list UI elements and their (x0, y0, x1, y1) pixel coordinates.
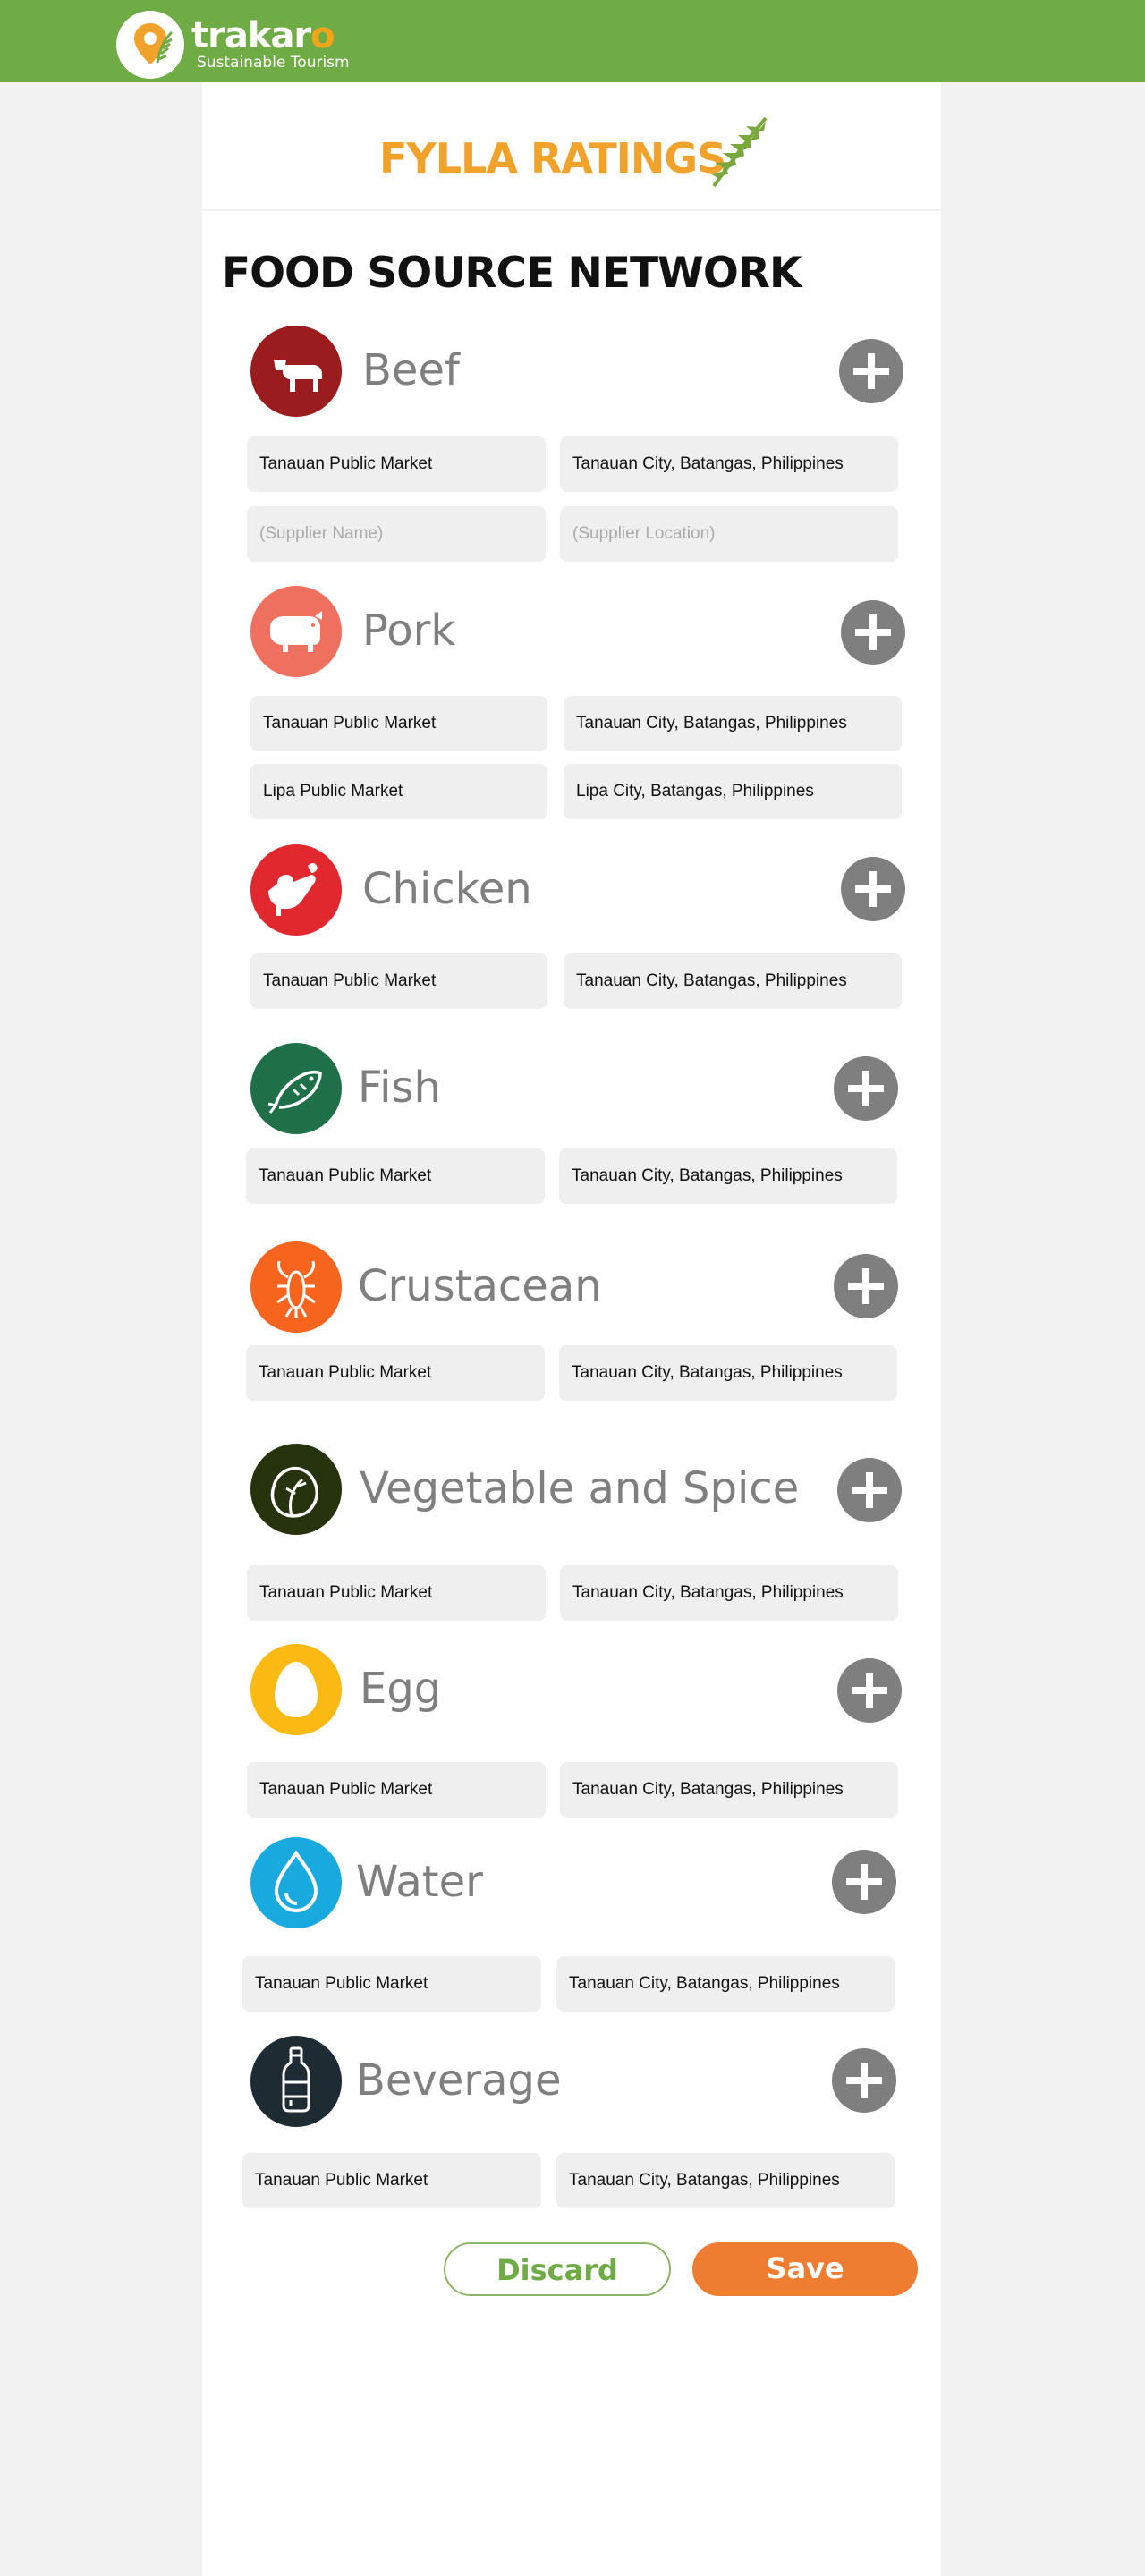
supplier-location-field[interactable]: Tanauan City, Batangas, Philippines (556, 2153, 895, 2208)
supplier-name-field[interactable]: Tanauan Public Market (247, 436, 546, 492)
category-chicken: Chicken (250, 844, 930, 936)
supplier-name-field[interactable]: Tanauan Public Market (246, 1345, 545, 1401)
lettuce-icon (250, 1444, 342, 1535)
leaf-icon (710, 116, 768, 188)
add-beef-supplier-button[interactable] (839, 339, 903, 403)
trakaro-logo[interactable]: trakaro Sustainable Tourism (116, 11, 350, 79)
add-chicken-supplier-button[interactable] (841, 857, 905, 921)
supplier-location-field[interactable]: Lipa City, Batangas, Philippines (564, 764, 902, 819)
category-name: Egg (360, 1664, 442, 1714)
supplier-name-field[interactable]: Tanauan Public Market (247, 1762, 546, 1818)
lobster-icon (250, 1241, 342, 1333)
discard-button[interactable]: Discard (444, 2242, 671, 2296)
cow-icon (250, 326, 342, 417)
supplier-name-field[interactable]: Tanauan Public Market (242, 2153, 541, 2208)
brand-tagline: Sustainable Tourism (197, 54, 350, 72)
supplier-location-field[interactable]: Tanauan City, Batangas, Philippines (564, 953, 902, 1009)
category-vegetable-and-spice: Vegetable and Spice (250, 1444, 930, 1535)
fish-icon (250, 1043, 342, 1134)
chicken-icon (250, 844, 342, 936)
add-vegetable-supplier-button[interactable] (837, 1458, 902, 1522)
water-drop-icon (250, 1837, 342, 1928)
pig-icon (250, 586, 342, 677)
add-pork-supplier-button[interactable] (841, 600, 905, 665)
category-name: Vegetable and Spice (360, 1463, 800, 1513)
brand-name-accent: o (310, 15, 335, 56)
add-beverage-supplier-button[interactable] (832, 2048, 896, 2113)
banner-title: FYLLA RATINGS (379, 134, 726, 182)
top-bar: trakaro Sustainable Tourism (0, 0, 1145, 82)
supplier-name-field[interactable]: Tanauan Public Market (242, 1956, 541, 2012)
add-water-supplier-button[interactable] (832, 1850, 896, 1914)
supplier-name-field[interactable]: Tanauan Public Market (250, 696, 547, 751)
supplier-location-field[interactable]: Tanauan City, Batangas, Philippines (556, 1956, 895, 2012)
category-name: Chicken (362, 864, 532, 914)
category-fish: Fish (250, 1043, 930, 1134)
supplier-name-field[interactable]: Tanauan Public Market (250, 953, 547, 1009)
egg-icon (250, 1644, 342, 1735)
brand-name: trakar (191, 15, 311, 56)
category-beverage: Beverage (250, 2036, 930, 2127)
ratings-banner: FYLLA RATINGS (202, 82, 941, 211)
main-card: FYLLA RATINGS FOOD SOURCE NETWORK Beef T… (202, 82, 941, 2576)
category-beef: Beef (250, 326, 930, 417)
category-crustacean: Crustacean (250, 1241, 930, 1333)
supplier-name-field[interactable]: Tanauan Public Market (246, 1148, 545, 1204)
supplier-location-field[interactable]: Tanauan City, Batangas, Philippines (564, 696, 902, 751)
supplier-location-field[interactable]: Tanauan City, Batangas, Philippines (560, 436, 898, 492)
add-fish-supplier-button[interactable] (834, 1056, 898, 1121)
supplier-location-field[interactable]: Tanauan City, Batangas, Philippines (559, 1148, 897, 1204)
supplier-location-input[interactable]: (Supplier Location) (560, 506, 898, 562)
supplier-location-field[interactable]: Tanauan City, Batangas, Philippines (559, 1345, 897, 1401)
page-title: FOOD SOURCE NETWORK (222, 249, 802, 298)
bottle-icon (250, 2036, 342, 2127)
category-egg: Egg (250, 1644, 930, 1735)
category-name: Beverage (356, 2055, 562, 2106)
supplier-location-field[interactable]: Tanauan City, Batangas, Philippines (560, 1762, 898, 1818)
category-name: Fish (358, 1063, 441, 1113)
save-button[interactable]: Save (692, 2242, 918, 2296)
logo-pin-icon (116, 11, 184, 79)
supplier-name-input[interactable]: (Supplier Name) (247, 506, 546, 562)
category-name: Crustacean (358, 1261, 602, 1311)
category-name: Pork (362, 606, 456, 656)
category-water: Water (250, 1837, 930, 1928)
supplier-location-field[interactable]: Tanauan City, Batangas, Philippines (560, 1565, 898, 1621)
category-pork: Pork (250, 586, 930, 677)
add-egg-supplier-button[interactable] (837, 1658, 902, 1723)
category-name: Beef (362, 345, 460, 395)
add-crustacean-supplier-button[interactable] (834, 1254, 898, 1318)
supplier-name-field[interactable]: Tanauan Public Market (247, 1565, 546, 1621)
category-name: Water (356, 1857, 483, 1907)
supplier-name-field[interactable]: Lipa Public Market (250, 764, 547, 819)
